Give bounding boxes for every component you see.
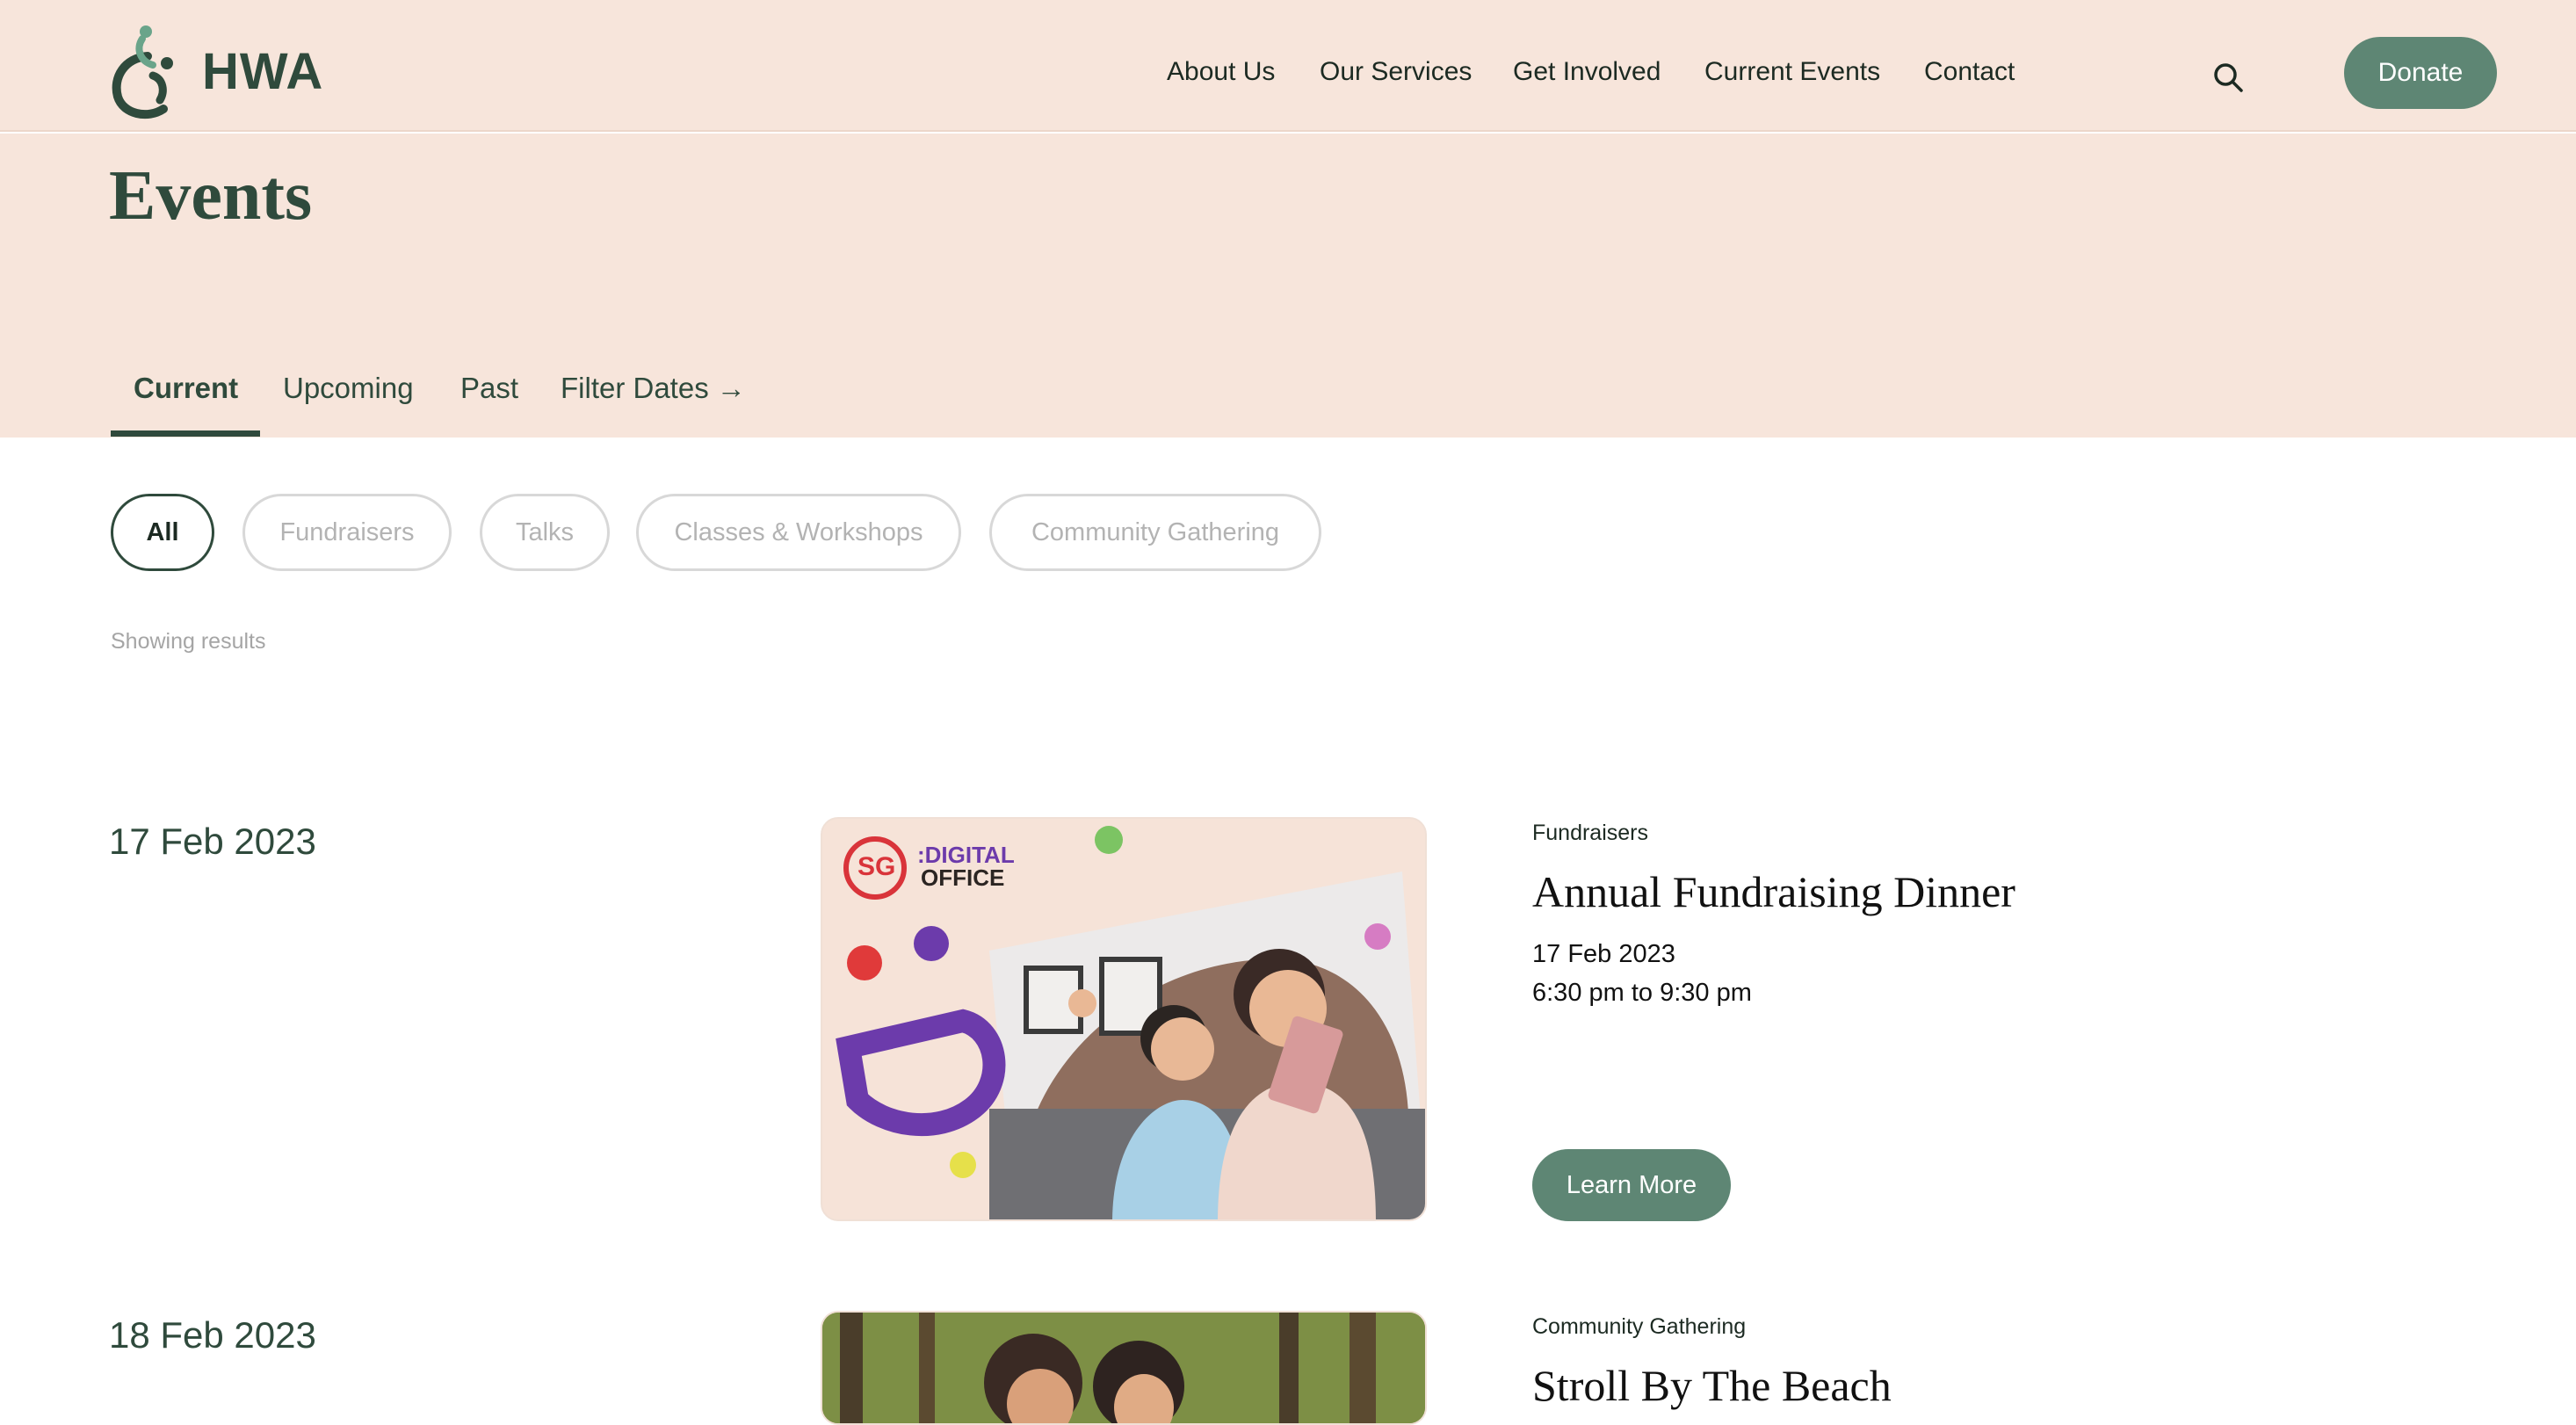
event-date: 17 Feb 2023 <box>109 821 316 862</box>
hwa-logo-icon <box>112 25 173 119</box>
event-image[interactable] <box>821 1311 1427 1425</box>
chip-all[interactable]: All <box>111 494 214 571</box>
donate-button[interactable]: Donate <box>2344 37 2497 109</box>
page-title: Events <box>109 157 313 235</box>
search-icon[interactable] <box>2211 60 2246 95</box>
sg-logo-text: SG <box>857 852 896 881</box>
logo-text: HWA <box>202 42 324 100</box>
event-image[interactable]: SG :DIGITAL OFFICE <box>821 817 1427 1221</box>
event-image-illustration <box>836 826 1425 1219</box>
results-count: Showing results <box>111 629 266 654</box>
event-date: 18 Feb 2023 <box>109 1314 316 1356</box>
event-category: Fundraisers <box>1532 821 1648 845</box>
tab-filter-dates[interactable]: Filter Dates → <box>561 369 746 408</box>
chip-classes-workshops[interactable]: Classes & Workshops <box>636 494 961 571</box>
event-title[interactable]: Stroll By The Beach <box>1532 1360 1892 1411</box>
event-title[interactable]: Annual Fundraising Dinner <box>1532 866 2015 917</box>
tab-past[interactable]: Past <box>460 369 518 408</box>
chip-talks[interactable]: Talks <box>480 494 610 571</box>
learn-more-button[interactable]: Learn More <box>1532 1149 1731 1221</box>
event-image-illustration <box>822 1313 1425 1423</box>
nav-contact[interactable]: Contact <box>1924 54 2015 90</box>
chip-community-gathering[interactable]: Community Gathering <box>989 494 1321 571</box>
event-time: 6:30 pm to 9:30 pm <box>1532 979 1752 1007</box>
site-logo[interactable]: HWA <box>109 23 323 119</box>
office-text: OFFICE <box>921 864 1005 891</box>
site-header <box>0 0 2576 132</box>
nav-current-events[interactable]: Current Events <box>1704 54 1880 90</box>
active-tab-indicator <box>111 430 260 437</box>
tab-current[interactable]: Current <box>134 369 238 408</box>
tab-upcoming[interactable]: Upcoming <box>283 369 414 408</box>
tab-filter-dates-label: Filter Dates <box>561 372 709 404</box>
event-category: Community Gathering <box>1532 1314 1747 1339</box>
nav-get-involved[interactable]: Get Involved <box>1513 54 1661 90</box>
arrow-right-icon: → <box>716 372 746 404</box>
nav-our-services[interactable]: Our Services <box>1320 54 1472 90</box>
chip-fundraisers[interactable]: Fundraisers <box>242 494 452 571</box>
nav-about-us[interactable]: About Us <box>1167 54 1275 90</box>
event-date-line: 17 Feb 2023 <box>1532 940 1675 968</box>
